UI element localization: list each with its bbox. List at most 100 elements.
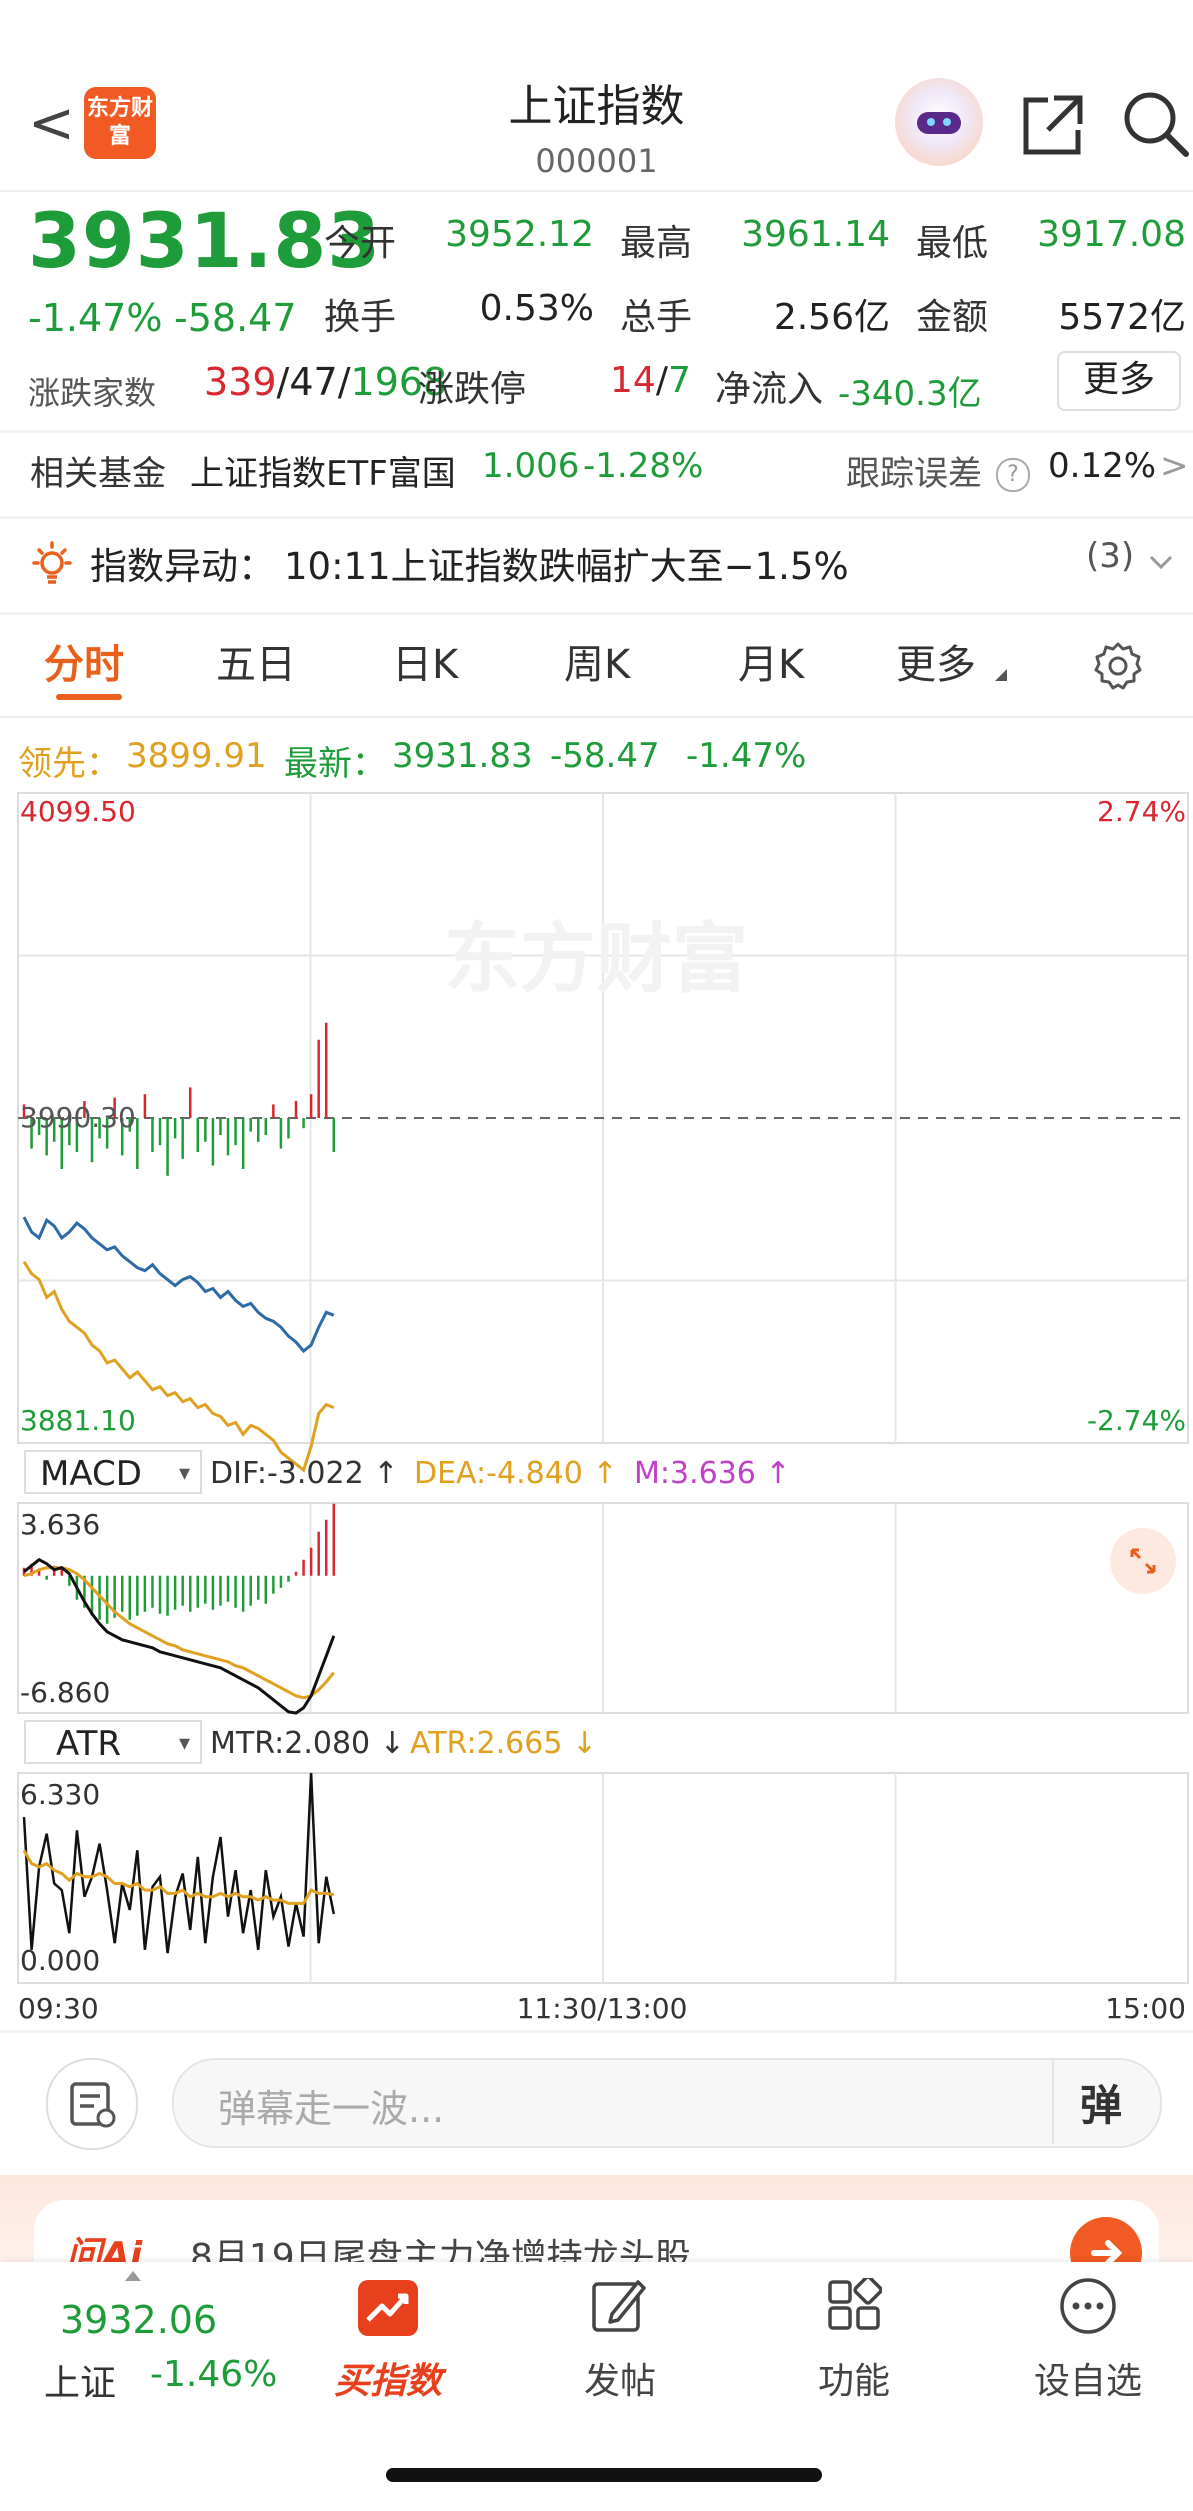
open-label: 今开 [324, 223, 397, 264]
nav-add-watchlist[interactable]: 设自选 [1008, 2352, 1168, 2404]
lightbulb-icon [32, 541, 72, 584]
netflow-value: -340.3亿 [838, 374, 982, 414]
high-value: 3961.14 [741, 214, 890, 255]
nav-index-value[interactable]: 3932.06 [60, 2298, 217, 2342]
change-percent: -1.47% [28, 296, 163, 340]
nav-index-name: 上证 [44, 2363, 117, 2404]
breadth-label: 涨跌家数 [28, 374, 157, 412]
intraday-chart[interactable]: 东方财富 4099.50 3990.30 3881.10 2.74% -2.74… [0, 785, 1193, 2045]
functions-grid-icon[interactable] [826, 2278, 882, 2334]
price-line [22, 1216, 335, 1354]
divider [0, 2030, 1193, 2033]
tab-more[interactable]: 更多 [896, 632, 976, 690]
more-dots-icon[interactable] [1058, 2276, 1118, 2336]
share-icon[interactable] [1018, 90, 1088, 160]
limit-values: 14/7 [610, 360, 691, 401]
chevron-down-icon: ▾ [178, 1731, 190, 1756]
breadth-flat: 47 [289, 360, 338, 404]
latest-value: 3931.83 [392, 736, 533, 776]
divider [0, 716, 1193, 718]
turnover-value: 0.53% [479, 288, 594, 329]
lead-label: 领先： [18, 744, 120, 784]
fund-pct: -1.28% [583, 446, 704, 486]
macd-dea: DEA:-4.840 ↑ [414, 1456, 618, 1491]
atr-max-label: 6.330 [20, 1778, 100, 1811]
status-bar [0, 0, 1193, 10]
alert-text[interactable]: 10:11上证指数跌幅扩大至−1.5% [284, 536, 849, 590]
buy-index-icon[interactable] [358, 2280, 418, 2336]
post-edit-icon[interactable] [590, 2276, 648, 2336]
atr-mtr: MTR:2.080 ↓ [210, 1726, 405, 1761]
danmu-toggle-button[interactable]: 弹 [1080, 2072, 1122, 2133]
tab-weekly-k[interactable]: 周K [564, 632, 630, 690]
tab-monthly-k[interactable]: 月K [738, 632, 804, 690]
macd-m: M:3.636 ↑ [634, 1456, 791, 1491]
indicator-name: MACD [40, 1454, 142, 1494]
breadth-up: 339 [204, 360, 277, 404]
comment-placeholder: 弹幕走一波... [218, 2087, 445, 2131]
more-button[interactable]: 更多 [1057, 351, 1181, 411]
fund-price: 1.006 [482, 446, 580, 486]
tab-intraday[interactable]: 分时 [44, 632, 124, 690]
expand-icon[interactable] [1110, 1528, 1176, 1594]
volume-label: 总手 [620, 297, 693, 338]
comment-list-icon[interactable] [46, 2058, 138, 2150]
atr-atr: ATR:2.665 ↓ [410, 1726, 598, 1761]
limit-down: 7 [667, 360, 691, 401]
tab-five-day[interactable]: 五日 [216, 632, 296, 690]
alert-count: (3) [1086, 536, 1135, 576]
nav-buy-index[interactable]: 买指数 [308, 2352, 468, 2404]
tab-underline [56, 694, 122, 700]
home-indicator [386, 2468, 822, 2482]
chevron-down-icon: ▾ [178, 1461, 190, 1486]
divider [0, 612, 1193, 615]
nav-functions[interactable]: 功能 [774, 2352, 934, 2404]
divider [0, 516, 1193, 519]
divider [1052, 2060, 1054, 2144]
x-axis-start-label: 09:30 [18, 1992, 99, 2025]
volume-value: 2.56亿 [773, 297, 890, 338]
ai-assistant-icon[interactable] [895, 78, 983, 166]
x-axis-end-label: 15:00 [1105, 1992, 1186, 2025]
atr-min-label: 0.000 [20, 1944, 100, 1977]
atr-atr-line [22, 1849, 335, 1905]
separator: / [276, 360, 290, 404]
high-label: 最高 [620, 223, 693, 264]
y-axis-mid-label: 3990.30 [20, 1101, 136, 1134]
separator: / [337, 360, 351, 404]
macd-min-label: -6.860 [20, 1676, 110, 1709]
pct-top-label: 2.74% [1097, 795, 1186, 828]
chevron-right-icon[interactable]: > [1160, 446, 1189, 486]
pct-bottom-label: -2.74% [1087, 1404, 1186, 1437]
low-label: 最低 [916, 223, 989, 264]
tracking-error-value: 0.12% [1048, 446, 1157, 486]
fund-name[interactable]: 上证指数ETF富国 [190, 446, 456, 495]
tab-daily-k[interactable]: 日K [392, 632, 458, 690]
latest-change: -58.47 [550, 736, 660, 776]
nav-index-pct: -1.46% [150, 2354, 278, 2395]
lead-value: 3899.91 [126, 736, 267, 776]
amount-value: 5572亿 [1058, 297, 1186, 338]
latest-pct: -1.47% [686, 736, 807, 776]
y-axis-bottom-label: 3881.10 [20, 1404, 136, 1437]
indicator-name: ATR [56, 1724, 122, 1764]
gear-icon[interactable] [1092, 640, 1144, 692]
search-icon[interactable] [1120, 88, 1190, 158]
caret-up-icon [125, 2271, 141, 2281]
chevron-down-icon[interactable] [1148, 553, 1174, 571]
amount-label: 金额 [916, 297, 989, 338]
x-axis-mid-label: 11:30/13:00 [517, 1992, 688, 2025]
nav-post[interactable]: 发帖 [540, 2352, 700, 2404]
indicator-select-atr[interactable]: ATR ▾ [24, 1720, 202, 1764]
latest-label: 最新： [284, 744, 386, 784]
limit-label: 涨跌停 [418, 369, 527, 410]
turnover-label: 换手 [324, 297, 397, 338]
macd-max-label: 3.636 [20, 1508, 100, 1541]
macd-dif: DIF:-3.022 ↑ [210, 1456, 399, 1491]
help-icon[interactable]: ? [996, 458, 1030, 492]
indicator-select-macd[interactable]: MACD ▾ [24, 1450, 202, 1494]
open-value: 3952.12 [445, 214, 594, 255]
dropdown-triangle-icon [995, 669, 1007, 681]
alert-label: 指数异动： [90, 545, 275, 588]
index-code: 000001 [535, 142, 658, 180]
